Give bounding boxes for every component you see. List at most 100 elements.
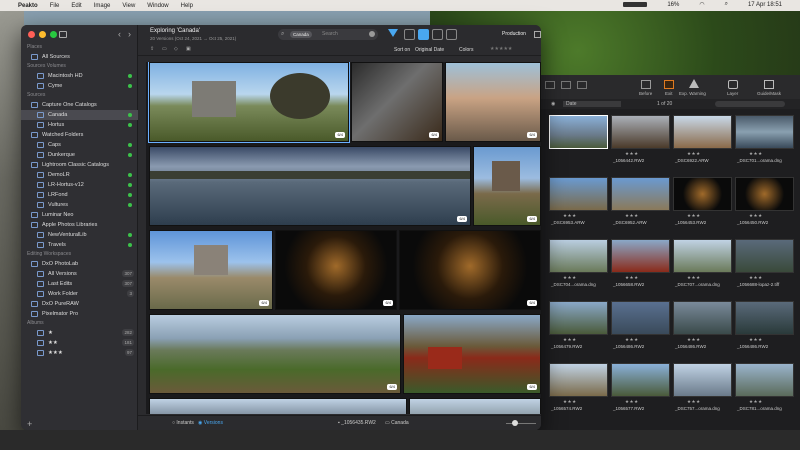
version-tag[interactable]: 6/4	[259, 300, 269, 306]
photo-tile[interactable]: 6/4	[275, 230, 397, 310]
c1-rating[interactable]: ★★★	[749, 399, 763, 405]
photo-tile[interactable]: 6/4	[445, 62, 541, 142]
c1-thumbnail[interactable]	[611, 363, 670, 397]
c1-rating[interactable]: ★★★	[563, 213, 577, 219]
c1-tool-3-icon[interactable]	[577, 81, 587, 89]
c1-thumbnail[interactable]	[735, 239, 794, 273]
sidebar-item[interactable]: Caps	[21, 140, 138, 150]
sidebar-item[interactable]: Dunkerque	[21, 150, 138, 160]
sort-select[interactable]: Date	[563, 101, 621, 107]
c1-thumbnail[interactable]	[735, 363, 794, 397]
sidebar-item[interactable]: DxO PureRAW	[21, 299, 138, 309]
guide-icon[interactable]	[764, 80, 774, 89]
sidebar-item[interactable]: Vultures	[21, 200, 138, 210]
c1-thumbnail[interactable]	[549, 239, 608, 273]
search-chip[interactable]: Canada	[290, 31, 312, 38]
photo-tile[interactable]	[409, 398, 541, 414]
c1-search-input[interactable]	[715, 101, 785, 107]
c1-rating[interactable]: ★★★	[687, 213, 701, 219]
c1-thumbnail[interactable]	[735, 177, 794, 211]
add-source-icon[interactable]: +	[27, 419, 32, 429]
c1-rating[interactable]: ★★★	[563, 275, 577, 281]
version-tag[interactable]: 6/4	[527, 216, 537, 222]
c1-thumbnail[interactable]	[735, 301, 794, 335]
c1-rating[interactable]: ★★★	[563, 399, 577, 405]
photo-tile[interactable]: 6/4	[403, 314, 541, 394]
c1-rating[interactable]: ★★★	[625, 399, 639, 405]
back-icon[interactable]: ‹	[118, 29, 121, 39]
version-tag[interactable]: 6/4	[527, 132, 537, 138]
sidebar-item[interactable]: All Versions 307	[21, 269, 138, 279]
inspector-toggle-icon[interactable]	[534, 31, 541, 38]
version-tag[interactable]: 6/4	[527, 384, 537, 390]
photo-tile[interactable]: 6/4	[148, 62, 350, 143]
sidebar-item[interactable]: Canada	[21, 110, 138, 120]
c1-thumbnail[interactable]	[611, 115, 670, 149]
production-button[interactable]: Production	[494, 29, 534, 40]
c1-thumbnail[interactable]	[673, 363, 732, 397]
sidebar-item[interactable]: Pixelmator Pro	[21, 309, 138, 319]
menu-image[interactable]: Image	[94, 3, 111, 9]
view-grid-icon[interactable]	[418, 29, 429, 40]
photo-tile[interactable]	[149, 398, 407, 414]
exit-icon[interactable]	[664, 80, 674, 89]
sidebar-item[interactable]: ★ 282	[21, 328, 138, 338]
c1-rating[interactable]: ★★★	[749, 213, 763, 219]
menu-window[interactable]: Window	[147, 3, 168, 9]
zoom-slider-knob[interactable]	[512, 420, 518, 426]
sidebar-item[interactable]: DxO PhotoLab	[21, 259, 138, 269]
c1-rating[interactable]: ★★★	[563, 337, 577, 343]
photo-tile[interactable]: 6/4	[399, 230, 541, 310]
c1-thumbnail[interactable]	[611, 177, 670, 211]
zoom-slider[interactable]	[506, 420, 536, 426]
photo-tile[interactable]: 6/4	[149, 230, 273, 310]
battery-text[interactable]: 16%	[667, 2, 679, 8]
sidebar-item[interactable]: LRFond	[21, 190, 138, 200]
sidebar-item[interactable]: Cyme	[21, 81, 138, 91]
c1-thumbnail[interactable]	[611, 301, 670, 335]
c1-rating[interactable]: ★★★	[625, 337, 639, 343]
photo-tile[interactable]: 6/4	[351, 62, 443, 142]
sidebar-item[interactable]: LR-Hortus-v12	[21, 180, 138, 190]
view-list-icon[interactable]	[404, 29, 415, 40]
view-map-icon[interactable]	[446, 29, 457, 40]
c1-rating[interactable]: ★★★	[749, 275, 763, 281]
version-tag[interactable]: 6/4	[527, 300, 537, 306]
status-indicator-icon[interactable]	[623, 2, 648, 7]
sidebar-item[interactable]: Macintosh HD	[21, 71, 138, 81]
folder-icon[interactable]: ▭	[162, 46, 167, 52]
c1-thumbnail[interactable]	[549, 363, 608, 397]
wifi-icon[interactable]: ◠	[699, 1, 704, 8]
c1-rating[interactable]: ★★★	[687, 337, 701, 343]
c1-thumbnail[interactable]	[549, 301, 608, 335]
instants-toggle[interactable]: ○ Instants	[172, 420, 194, 426]
sidebar-item[interactable]: All Sources	[21, 52, 138, 62]
menu-app[interactable]: Peakto	[18, 3, 38, 9]
versions-toggle[interactable]: ◉ Versions	[198, 420, 223, 426]
c1-thumbnail[interactable]	[673, 239, 732, 273]
c1-rating[interactable]: ★★★	[687, 151, 701, 157]
version-tag[interactable]: 6/4	[335, 132, 345, 138]
copy-icon[interactable]: ▣	[186, 46, 191, 52]
c1-rating[interactable]: ★★★	[749, 151, 763, 157]
c1-rating[interactable]: ★★★	[687, 275, 701, 281]
photo-tile[interactable]: 6/4	[149, 146, 471, 226]
c1-thumbnail[interactable]	[549, 115, 608, 149]
layer-icon[interactable]	[728, 80, 738, 89]
photo-tile[interactable]: 6/4	[149, 314, 401, 394]
c1-tool-1-icon[interactable]	[545, 81, 555, 89]
sidebar-item[interactable]: Work Folder 3	[21, 289, 138, 299]
sidebar-item[interactable]: Lightroom Classic Catalogs	[21, 160, 138, 170]
version-tag[interactable]: 6/4	[387, 384, 397, 390]
zoom-button[interactable]	[50, 31, 57, 38]
search-input[interactable]: ⌕ Canada Search	[278, 29, 378, 40]
exposure-warning-icon[interactable]	[689, 79, 699, 88]
sidebar-item[interactable]: Watched Folders	[21, 130, 138, 140]
menu-file[interactable]: File	[50, 3, 60, 9]
c1-rating[interactable]: ★★★	[749, 337, 763, 343]
c1-thumbnail[interactable]	[673, 301, 732, 335]
minimize-button[interactable]	[39, 31, 46, 38]
sidebar-item[interactable]: Travels	[21, 240, 138, 250]
sidebar-item[interactable]: DemoLR	[21, 170, 138, 180]
sidebar-item[interactable]: Capture One Catalogs	[21, 100, 138, 110]
